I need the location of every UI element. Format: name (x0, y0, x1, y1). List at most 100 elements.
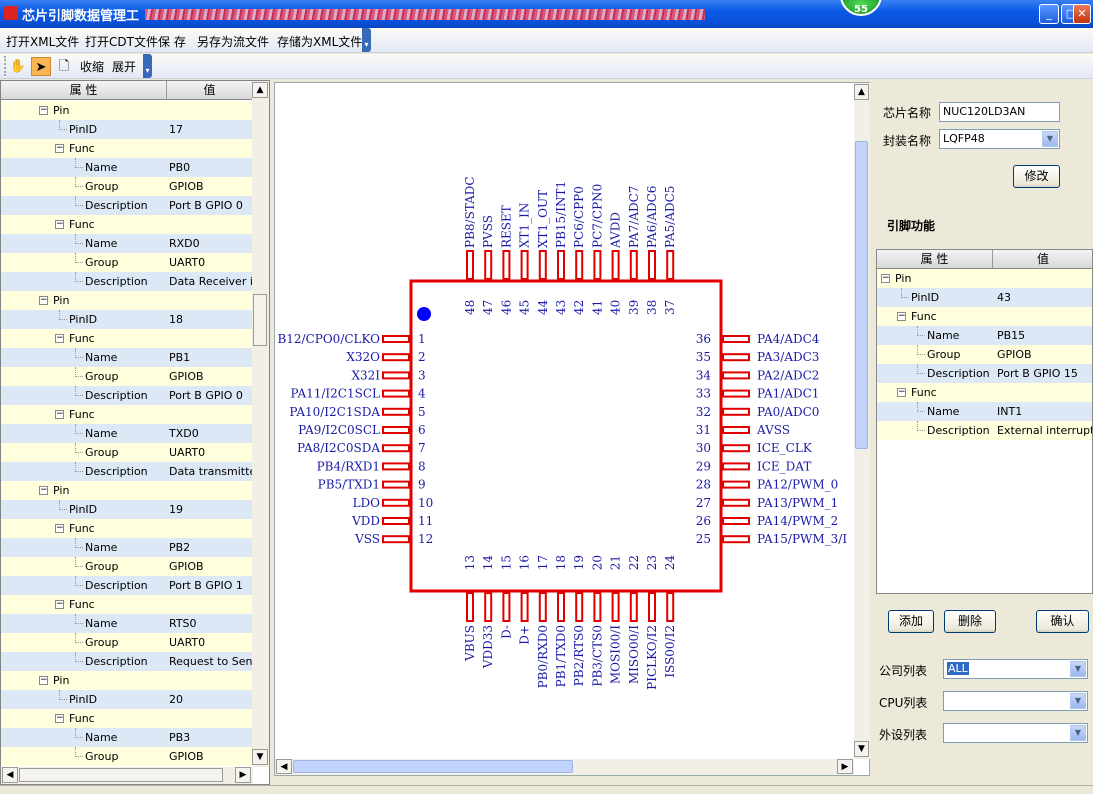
grid-row[interactable]: − Func (1, 519, 254, 538)
canvas-scroll-left-icon[interactable]: ◀ (276, 759, 292, 774)
toolbar-overflow-icon[interactable]: ▾ (362, 28, 371, 52)
grid-row[interactable]: Group GPIOB (1, 557, 254, 576)
toolbar2-overflow-icon[interactable]: ▾ (143, 54, 152, 78)
row-value[interactable]: Port B GPIO 15 (997, 364, 1078, 383)
grid-row[interactable]: Description Port B GPIO 1 (1, 576, 254, 595)
grid-row[interactable]: − Pin (1, 481, 254, 500)
row-value[interactable]: Port B GPIO 0 (169, 196, 243, 215)
grid-row[interactable]: PinID 18 (1, 310, 254, 329)
close-button[interactable]: ✕ (1073, 4, 1091, 24)
collapse-toggle-icon[interactable]: − (39, 486, 48, 495)
delete-button[interactable]: 删除 (944, 610, 996, 633)
grid-row[interactable]: Name PB1 (1, 348, 254, 367)
canvas-hscroll-thumb[interactable] (293, 760, 573, 773)
row-value[interactable]: TXD0 (169, 424, 199, 443)
collapse-toggle-icon[interactable]: − (55, 600, 64, 609)
grid-row[interactable]: Description External interrupt1 inp (877, 421, 1092, 440)
chip-diagram[interactable]: 1 B12/CPO0/CLKO 2 X32O 3 X32I 4 PA11/I2C1SCL 5 PA… (275, 83, 854, 759)
row-value[interactable]: Data Receiver inp (169, 272, 254, 291)
collapse-toggle-icon[interactable]: − (55, 220, 64, 229)
row-value[interactable]: External interrupt1 inp (997, 421, 1092, 440)
grid-row[interactable]: Group GPIOB (877, 345, 1092, 364)
grid-row[interactable]: PinID 19 (1, 500, 254, 519)
row-value[interactable]: 20 (169, 690, 183, 709)
expand-button[interactable]: 展开 (112, 58, 136, 75)
scroll-right-icon[interactable]: ▶ (235, 767, 251, 783)
canvas-vertical-scrollbar[interactable]: ▲ ▼ (854, 83, 870, 759)
grid-row[interactable]: Name PB3 (1, 728, 254, 747)
canvas-scroll-up-icon[interactable]: ▲ (854, 84, 869, 100)
row-value[interactable]: PB1 (169, 348, 190, 367)
row-value[interactable]: UART0 (169, 253, 205, 272)
grid-row[interactable]: Group GPIOB (1, 747, 254, 766)
collapse-toggle-icon[interactable]: − (897, 388, 906, 397)
row-value[interactable]: 17 (169, 120, 183, 139)
grid-row[interactable]: PinID 43 (877, 288, 1092, 307)
menu-save[interactable]: 保 存 (158, 33, 186, 50)
row-value[interactable]: PB3 (169, 728, 190, 747)
grid-row[interactable]: Description Port B GPIO 15 (877, 364, 1092, 383)
hand-tool-icon[interactable]: ✋ (8, 57, 28, 76)
grid-row[interactable]: − Func (1, 139, 254, 158)
row-value[interactable]: INT1 (997, 402, 1022, 421)
row-value[interactable]: GPIOB (169, 557, 204, 576)
row-value[interactable]: Port B GPIO 1 (169, 576, 243, 595)
grid-row[interactable]: Description Data Receiver inp (1, 272, 254, 291)
grid-row[interactable]: − Func (1, 329, 254, 348)
horizontal-scrollbar[interactable]: ◀ ▶ (1, 767, 253, 784)
grid-row[interactable]: − Func (1, 595, 254, 614)
collapse-button[interactable]: 收缩 (80, 58, 104, 75)
grid-row[interactable]: Name RTS0 (1, 614, 254, 633)
new-document-icon[interactable]: 🗋 (54, 57, 74, 76)
collapse-toggle-icon[interactable]: − (55, 410, 64, 419)
scroll-up-icon[interactable]: ▲ (252, 82, 268, 98)
row-value[interactable]: PB0 (169, 158, 190, 177)
chip-name-input[interactable]: NUC120LD3AN (939, 102, 1060, 122)
grid-row[interactable]: Group GPIOB (1, 177, 254, 196)
collapse-toggle-icon[interactable]: − (897, 312, 906, 321)
row-value[interactable]: 18 (169, 310, 183, 329)
collapse-toggle-icon[interactable]: − (881, 274, 890, 283)
grid-row[interactable]: Description Port B GPIO 0 (1, 196, 254, 215)
cpu-list-select[interactable]: ▼ (943, 691, 1088, 711)
grid-row[interactable]: − Pin (877, 269, 1092, 288)
grid-row[interactable]: Description Data transmitter o (1, 462, 254, 481)
chip-canvas[interactable]: 1 B12/CPO0/CLKO 2 X32O 3 X32I 4 PA11/I2C1SCL 5 PA… (274, 82, 870, 776)
canvas-horizontal-scrollbar[interactable]: ◀ ▶ (275, 759, 854, 775)
grid-row[interactable]: − Pin (1, 101, 254, 120)
company-list-select[interactable]: ALL ▼ (943, 659, 1088, 679)
confirm-button[interactable]: 确认 (1036, 610, 1089, 633)
row-value[interactable]: PB2 (169, 538, 190, 557)
row-value[interactable]: Data transmitter o (169, 462, 254, 481)
grid-row[interactable]: − Func (877, 383, 1092, 402)
collapse-toggle-icon[interactable]: − (39, 106, 48, 115)
pin-header-property[interactable]: 属 性 (877, 250, 993, 269)
row-value[interactable]: GPIOB (169, 747, 204, 766)
row-value[interactable]: PB15 (997, 326, 1025, 345)
pin-header-value[interactable]: 值 (993, 250, 1092, 269)
menu-open-xml[interactable]: 打开XML文件 (6, 33, 79, 50)
grid-row[interactable]: − Func (877, 307, 1092, 326)
row-value[interactable]: RXD0 (169, 234, 200, 253)
row-value[interactable]: RTS0 (169, 614, 197, 633)
row-value[interactable]: GPIOB (997, 345, 1032, 364)
scroll-left-icon[interactable]: ◀ (2, 767, 18, 783)
grid-row[interactable]: − Func (1, 709, 254, 728)
grid-row[interactable]: Group UART0 (1, 443, 254, 462)
grid-row[interactable]: − Func (1, 405, 254, 424)
grid-row[interactable]: Description Port B GPIO 0 (1, 386, 254, 405)
grid-row[interactable]: Name RXD0 (1, 234, 254, 253)
row-value[interactable]: Port B GPIO 0 (169, 386, 243, 405)
canvas-scroll-down-icon[interactable]: ▼ (854, 741, 869, 757)
scroll-thumb[interactable] (253, 294, 267, 346)
grid-row[interactable]: − Func (1, 215, 254, 234)
grid-row[interactable]: Description Request to Send (1, 652, 254, 671)
canvas-scroll-right-icon[interactable]: ▶ (837, 759, 853, 774)
collapse-toggle-icon[interactable]: − (55, 144, 64, 153)
menu-save-as-stream[interactable]: 另存为流文件 (197, 33, 269, 50)
grid-row[interactable]: − Pin (1, 671, 254, 690)
row-value[interactable]: UART0 (169, 443, 205, 462)
collapse-toggle-icon[interactable]: − (55, 524, 64, 533)
vertical-scrollbar[interactable]: ▲ ▼ (252, 81, 269, 767)
add-button[interactable]: 添加 (888, 610, 934, 633)
